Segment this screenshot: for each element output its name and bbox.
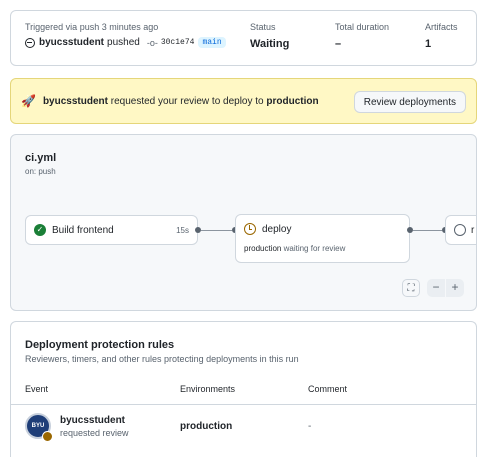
success-check-icon: ✓ [34, 224, 46, 236]
zoom-in-button[interactable]: + [446, 279, 464, 297]
duration-value: – [335, 38, 342, 50]
reviewer-action: requested review [60, 428, 129, 438]
row-comment: - [308, 421, 312, 432]
job-next-pending[interactable]: r [445, 215, 476, 245]
job-name: r [471, 224, 475, 236]
artifacts-label: Artifacts [425, 22, 458, 32]
job-waiting-note: production waiting for review [244, 244, 345, 253]
user-avatar-icon [25, 37, 35, 48]
workflow-file-name: ci.yml [25, 152, 57, 164]
column-comment: Comment [308, 384, 348, 394]
fit-to-screen-button[interactable]: ⛶ [402, 279, 420, 297]
job-name: deploy [262, 223, 292, 235]
table-header: Event Environments Comment [11, 378, 476, 405]
job-note-text: waiting for review [283, 244, 346, 253]
workflow-trigger: on: push [25, 167, 56, 176]
banner-text: requested your review to deploy to [110, 95, 264, 107]
row-environment: production [180, 421, 233, 432]
waiting-clock-icon [244, 223, 256, 235]
section-subtitle: Reviewers, timers, and other rules prote… [25, 354, 299, 364]
commit-sha-link[interactable]: 30c1e74 [161, 38, 195, 47]
status-info: Status Waiting [250, 22, 289, 50]
artifacts-value[interactable]: 1 [425, 38, 458, 50]
banner-user: byucsstudent [42, 95, 108, 107]
duration-info: Total duration – [335, 22, 389, 50]
commit-icon: -o- [146, 37, 158, 48]
status-value: Waiting [250, 38, 290, 50]
banner-message: byucsstudent requested your review to de… [43, 96, 319, 107]
banner-environment: production [266, 95, 319, 107]
status-label: Status [250, 22, 276, 32]
branch-label[interactable]: main [198, 37, 226, 48]
trigger-info: Triggered via push 3 minutes ago byucsst… [25, 22, 226, 48]
deployment-protection-rules: Deployment protection rules Reviewers, t… [10, 321, 477, 457]
trigger-row: byucsstudent pushed -o- 30c1e74 main [25, 37, 226, 48]
job-connector [413, 230, 442, 231]
zoom-out-button[interactable]: − [427, 279, 445, 297]
review-deployments-button[interactable]: Review deployments [353, 91, 466, 113]
duration-label: Total duration [335, 22, 390, 32]
column-environments: Environments [180, 384, 236, 394]
reviewer-name-link[interactable]: byucsstudent [60, 415, 125, 426]
waiting-badge-icon [42, 431, 53, 442]
artifacts-info: Artifacts 1 [425, 22, 458, 50]
job-connector [201, 230, 232, 231]
trigger-action: pushed [107, 37, 140, 48]
review-request-banner: 🚀 byucsstudent requested your review to … [10, 78, 477, 124]
job-duration: 15s [176, 226, 189, 235]
job-build-frontend[interactable]: ✓ Build frontend 15s [25, 215, 198, 245]
section-title: Deployment protection rules [25, 339, 175, 351]
trigger-user-link[interactable]: byucsstudent [39, 37, 104, 48]
trigger-label: Triggered via push 3 minutes ago [25, 22, 159, 32]
column-event: Event [25, 384, 49, 394]
job-note-environment: production [244, 244, 282, 253]
job-deploy[interactable]: deploy production waiting for review [235, 214, 410, 263]
job-name: Build frontend [52, 224, 114, 236]
workflow-graph: ci.yml on: push ✓ Build frontend 15s dep… [10, 134, 477, 311]
pending-circle-icon [454, 224, 466, 236]
run-summary-card: Triggered via push 3 minutes ago byucsst… [10, 10, 477, 66]
rocket-icon: 🚀 [21, 94, 36, 108]
table-row: BYU byucsstudent requested review produc… [11, 406, 476, 450]
